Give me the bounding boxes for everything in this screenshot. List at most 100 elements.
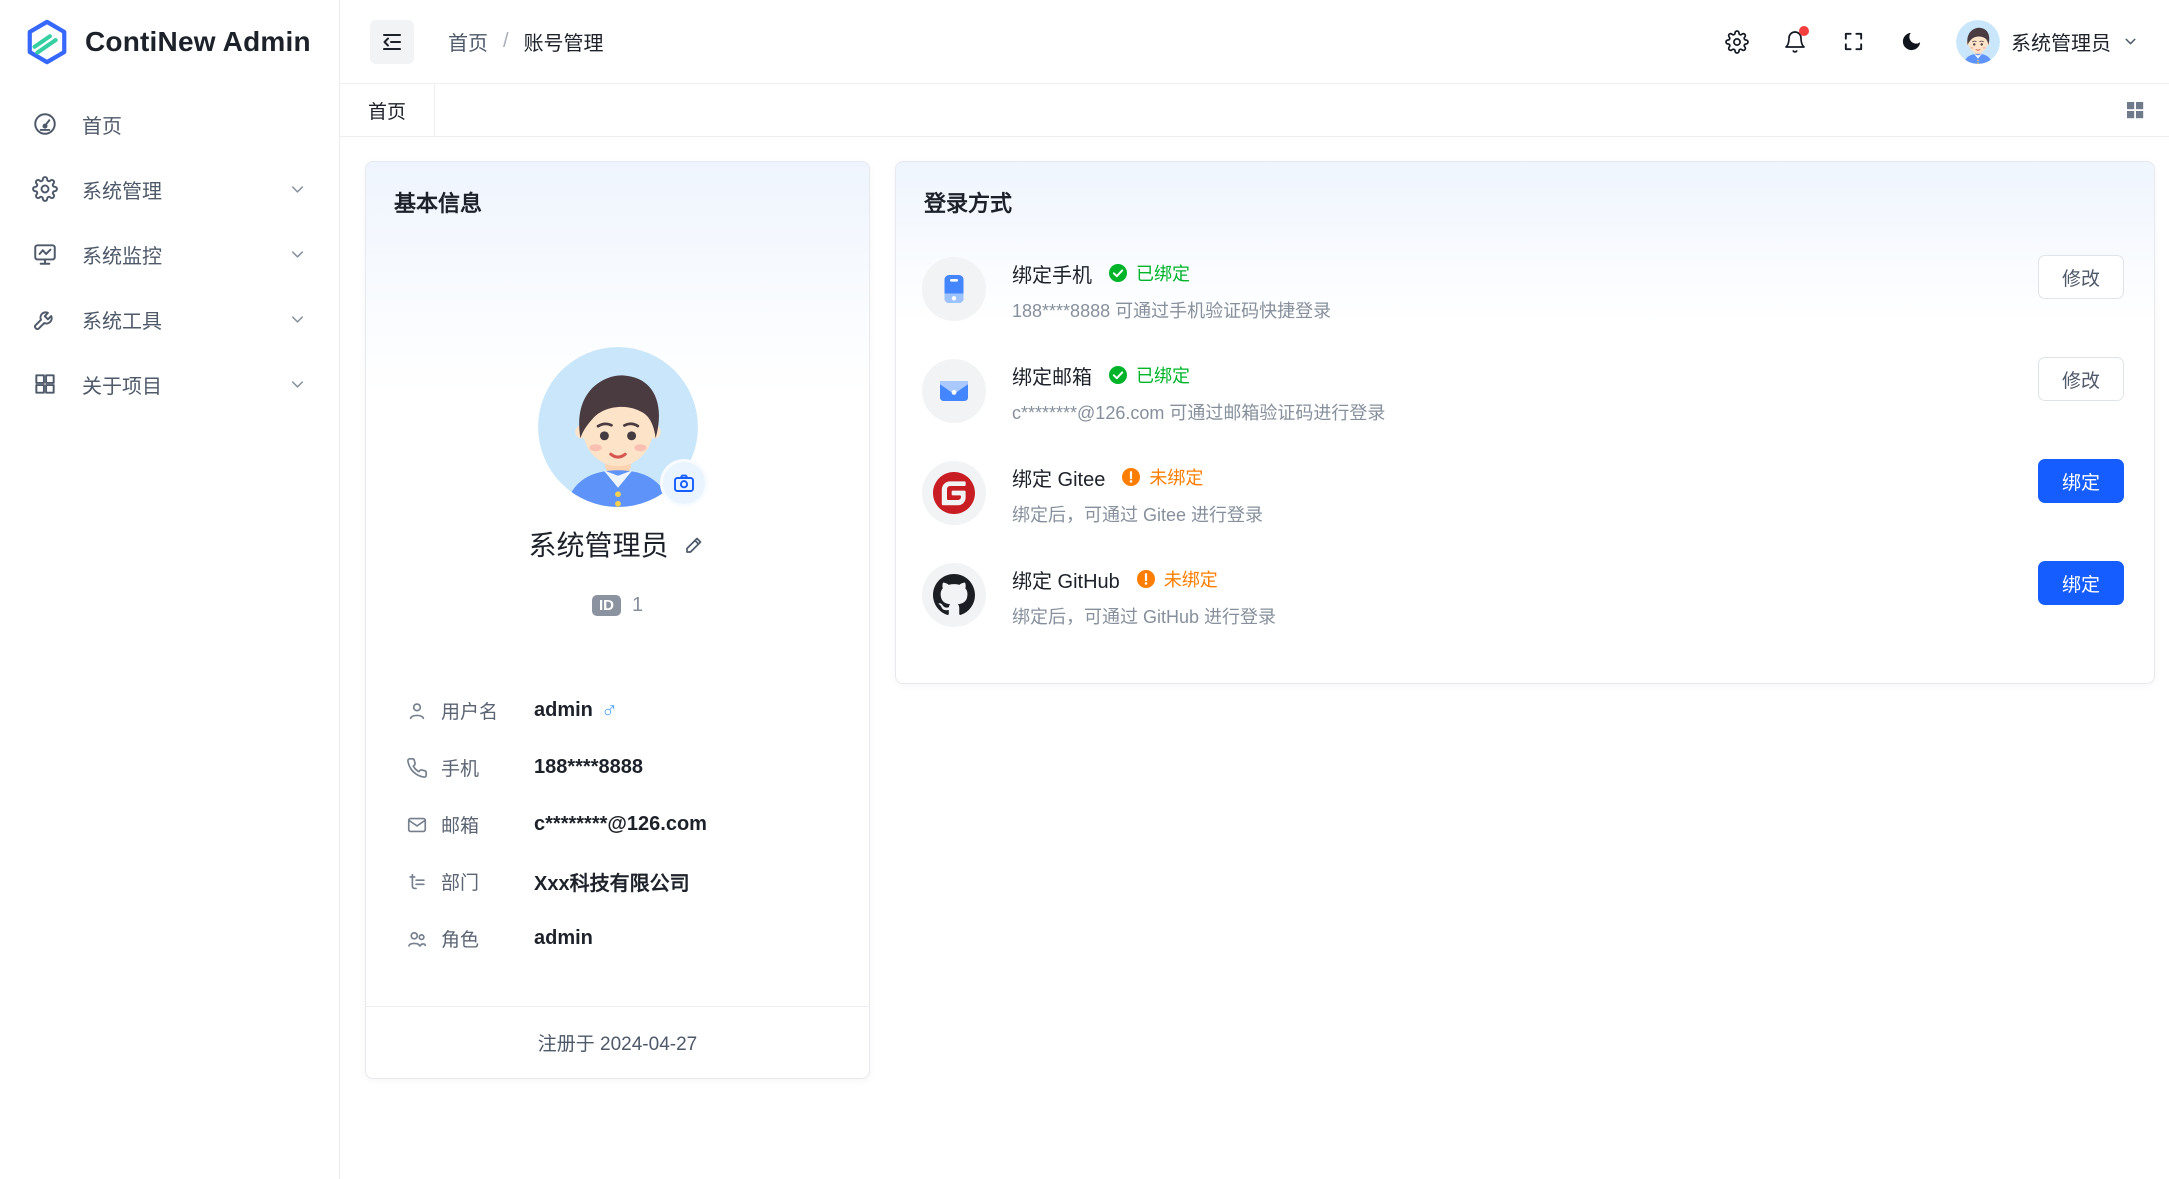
settings-button[interactable] <box>1714 19 1760 65</box>
bind-github-button[interactable]: 绑定 <box>2038 561 2124 605</box>
chevron-down-icon <box>288 310 307 329</box>
status-badge: 已绑定 <box>1108 362 1190 388</box>
sidebar-item-system-tools[interactable]: 系统工具 <box>12 291 327 347</box>
status-badge: 未绑定 <box>1121 464 1203 490</box>
sidebar-item-label: 首页 <box>82 110 122 139</box>
grid-icon <box>32 371 58 397</box>
card-title: 基本信息 <box>394 186 482 218</box>
sidebar-item-system-management[interactable]: 系统管理 <box>12 161 327 217</box>
avatar <box>1956 20 2000 64</box>
sidebar-item-label: 系统工具 <box>82 305 162 334</box>
login-method-title: 绑定手机 <box>1012 259 1092 288</box>
login-method-desc: 绑定后，可通过 Gitee 进行登录 <box>1012 501 2004 527</box>
header-actions: 系统管理员 <box>1714 19 2139 65</box>
sidebar: ContiNew Admin 首页 系统管理 <box>0 0 340 1179</box>
tab-label: 首页 <box>368 97 406 124</box>
tree-icon <box>406 871 428 893</box>
registered-footer: 注册于 2024-04-27 <box>366 1006 869 1078</box>
app-logo-icon <box>24 19 70 65</box>
male-icon: ♂ <box>601 699 618 722</box>
modify-phone-button[interactable]: 修改 <box>2038 255 2124 299</box>
dark-mode-button[interactable] <box>1888 19 1934 65</box>
app-root: ContiNew Admin 首页 系统管理 <box>0 0 2169 1179</box>
app-title: ContiNew Admin <box>85 26 311 58</box>
sidebar-item-home[interactable]: 首页 <box>12 96 327 152</box>
breadcrumb: 首页 / 账号管理 <box>448 27 604 56</box>
detail-value-text: Xxx科技有限公司 <box>534 867 690 896</box>
check-circle-icon <box>1108 263 1128 283</box>
login-methods-card: 登录方式 绑定手机 <box>895 161 2155 684</box>
login-method-title: 绑定邮箱 <box>1012 361 1092 390</box>
detail-label-text: 用户名 <box>441 697 498 724</box>
detail-row-department: 部门 Xxx科技有限公司 <box>406 853 829 910</box>
wrench-icon <box>32 306 58 332</box>
sidebar-item-label: 系统管理 <box>82 175 162 204</box>
grid-filled-icon <box>2123 98 2147 122</box>
exclamation-circle-icon <box>1136 569 1156 589</box>
users-icon <box>406 928 428 950</box>
edit-name-button[interactable] <box>683 532 707 556</box>
github-icon <box>922 563 986 627</box>
user-icon <box>406 700 428 722</box>
breadcrumb-home[interactable]: 首页 <box>448 27 488 56</box>
detail-row-role: 角色 admin <box>406 910 829 967</box>
id-value: 1 <box>632 594 643 617</box>
gitee-icon <box>922 461 986 525</box>
exclamation-circle-icon <box>1121 467 1141 487</box>
registered-text: 注册于 2024-04-27 <box>538 1029 697 1056</box>
detail-value-text: 188****8888 <box>534 756 643 779</box>
bind-gitee-button[interactable]: 绑定 <box>2038 459 2124 503</box>
login-method-title: 绑定 GitHub <box>1012 565 1120 594</box>
phone-icon <box>406 757 428 779</box>
app-logo-row[interactable]: ContiNew Admin <box>0 0 339 84</box>
monitor-icon <box>32 241 58 267</box>
login-method-desc: c********@126.com 可通过邮箱验证码进行登录 <box>1012 399 2004 425</box>
detail-row-username: 用户名 admin ♂ <box>406 682 829 739</box>
tab-bar: 首页 <box>340 84 2169 137</box>
pencil-icon <box>683 532 707 556</box>
camera-icon <box>672 471 696 495</box>
page-content: 基本信息 系统管理员 <box>340 137 2169 1179</box>
profile-name: 系统管理员 <box>528 524 668 564</box>
sidebar-item-label: 系统监控 <box>82 240 162 269</box>
detail-label-text: 邮箱 <box>441 811 479 838</box>
status-text: 未绑定 <box>1149 464 1203 490</box>
profile-details: 用户名 admin ♂ <box>406 682 829 967</box>
status-text: 已绑定 <box>1136 362 1190 388</box>
breadcrumb-current: 账号管理 <box>524 27 604 56</box>
card-title: 登录方式 <box>924 186 1012 218</box>
login-method-row-email: 绑定邮箱 已绑定 c********@126.com 可通过邮箱验证码进行登录 <box>922 352 2004 436</box>
status-text: 已绑定 <box>1136 260 1190 286</box>
login-method-desc: 绑定后，可通过 GitHub 进行登录 <box>1012 603 2004 629</box>
user-menu[interactable]: 系统管理员 <box>1956 20 2139 64</box>
basic-info-card: 基本信息 系统管理员 <box>365 161 870 1079</box>
dashboard-icon <box>32 111 58 137</box>
mail-icon <box>406 814 428 836</box>
status-badge: 未绑定 <box>1136 566 1218 592</box>
sidebar-item-about-project[interactable]: 关于项目 <box>12 356 327 412</box>
notifications-button[interactable] <box>1772 19 1818 65</box>
change-avatar-button[interactable] <box>660 459 708 507</box>
detail-label-text: 部门 <box>441 868 479 895</box>
tab-home[interactable]: 首页 <box>340 84 435 136</box>
phone-blue-icon <box>922 257 986 321</box>
chevron-down-icon <box>288 375 307 394</box>
detail-row-phone: 手机 188****8888 <box>406 739 829 796</box>
main-column: 首页 / 账号管理 <box>340 0 2169 1179</box>
status-text: 未绑定 <box>1164 566 1218 592</box>
breadcrumb-separator: / <box>503 30 509 53</box>
fullscreen-button[interactable] <box>1830 19 1876 65</box>
detail-row-email: 邮箱 c********@126.com <box>406 796 829 853</box>
chevron-down-icon <box>288 180 307 199</box>
id-badge: ID <box>592 595 621 616</box>
profile-avatar-wrap <box>538 347 698 507</box>
modify-email-button[interactable]: 修改 <box>2038 357 2124 401</box>
sidebar-collapse-button[interactable] <box>370 20 414 64</box>
sidebar-item-system-monitor[interactable]: 系统监控 <box>12 226 327 282</box>
login-method-row-github: 绑定 GitHub 未绑定 绑定后，可通过 GitHub 进行登录 <box>922 556 2004 640</box>
check-circle-icon <box>1108 365 1128 385</box>
gear-icon <box>32 176 58 202</box>
tab-actions-button[interactable] <box>2123 84 2169 136</box>
fullscreen-icon <box>1842 30 1865 53</box>
login-method-desc: 188****8888 可通过手机验证码快捷登录 <box>1012 297 2004 323</box>
